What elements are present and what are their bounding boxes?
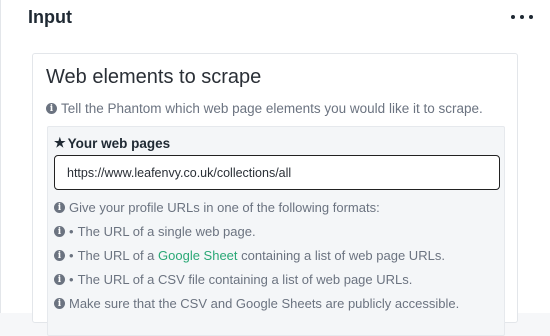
hint-csv-file-text: The URL of a CSV file containing a list …: [77, 272, 413, 287]
hint-access-note-text: Make sure that the CSV and Google Sheets…: [69, 296, 460, 311]
bullet: •: [69, 248, 74, 263]
info-icon: i: [54, 202, 65, 213]
more-dot: [520, 15, 524, 19]
info-icon: i: [54, 226, 65, 237]
more-horizontal-icon: [511, 15, 515, 19]
hint-single-page-text: The URL of a single web page.: [77, 224, 256, 239]
hint-single-page: i • The URL of a single web page.: [54, 224, 256, 239]
hint-intro: i Give your profile URLs in one of the f…: [54, 200, 380, 215]
web-elements-card: Web elements to scrape i Tell the Phanto…: [32, 53, 518, 336]
info-icon: i: [46, 103, 57, 114]
input-panel: Input Web elements to scrape i Tell the …: [0, 0, 550, 336]
hint-access-note: i Make sure that the CSV and Google Shee…: [54, 296, 459, 311]
hint-google-sheet-prefix: The URL of a: [77, 248, 159, 263]
web-pages-field: ★ Your web pages i Give your profile URL…: [47, 126, 505, 336]
hint-intro-text: Give your profile URLs in one of the fol…: [69, 200, 380, 215]
hint-google-sheet-suffix: containing a list of web page URLs.: [237, 248, 445, 263]
info-icon: i: [54, 274, 65, 285]
field-label-text: Your web pages: [67, 135, 171, 151]
google-sheet-link[interactable]: Google Sheet: [158, 248, 238, 263]
field-label: ★ Your web pages: [54, 135, 170, 151]
info-icon: i: [54, 298, 65, 309]
section-title: Web elements to scrape: [46, 66, 262, 88]
hint-csv-file: i • The URL of a CSV file containing a l…: [54, 272, 412, 287]
panel-header: Input: [1, 0, 550, 40]
bullet: •: [69, 272, 74, 287]
star-icon: ★: [54, 135, 66, 150]
more-dot: [529, 15, 533, 19]
panel-title: Input: [28, 7, 72, 27]
section-description: i Tell the Phantom which web page elemen…: [46, 101, 483, 116]
section-description-text: Tell the Phantom which web page elements…: [61, 101, 483, 116]
hint-google-sheet: i • The URL of a Google Sheet containing…: [54, 248, 445, 263]
more-options-button[interactable]: [511, 8, 533, 26]
info-icon: i: [54, 250, 65, 261]
web-pages-url-input[interactable]: [54, 155, 500, 190]
bullet: •: [69, 224, 74, 239]
